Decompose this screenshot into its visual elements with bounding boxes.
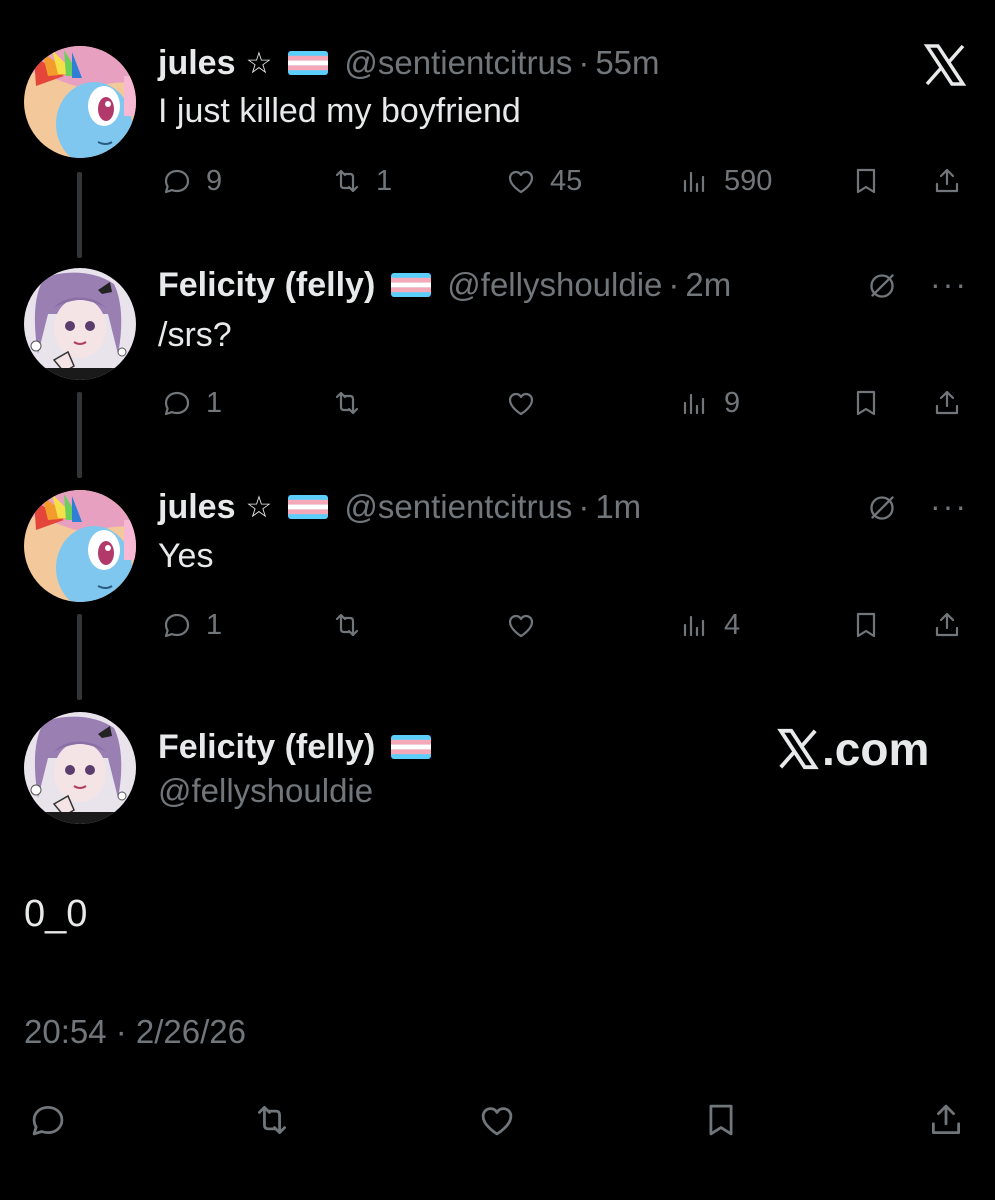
views-icon xyxy=(683,393,705,415)
reply-icon xyxy=(32,1105,64,1136)
reply-count: 9 xyxy=(206,164,223,197)
trans-flag-icon xyxy=(288,495,329,519)
x-com-wordmark: .com xyxy=(776,722,929,776)
handle[interactable]: @sentientcitrus xyxy=(344,488,572,526)
bookmark-icon xyxy=(856,168,876,194)
avatar-felly[interactable] xyxy=(24,268,136,380)
like-button[interactable] xyxy=(502,605,540,645)
share-icon xyxy=(935,612,959,637)
reply-icon xyxy=(164,169,190,194)
handle[interactable]: @sentientcitrus xyxy=(344,44,572,82)
repost-button[interactable] xyxy=(328,383,366,423)
repost-button[interactable] xyxy=(328,605,366,645)
tweet-text: Yes xyxy=(158,537,214,575)
share-icon xyxy=(935,168,959,193)
share-icon xyxy=(935,390,959,415)
trans-flag-icon xyxy=(288,51,329,75)
tweet-timestamp[interactable]: 20:54 · 2/26/26 xyxy=(24,1013,246,1051)
like-button[interactable] xyxy=(473,1096,521,1144)
trans-flag-icon xyxy=(391,735,432,759)
share-button[interactable] xyxy=(928,605,966,645)
bookmark-button[interactable] xyxy=(697,1096,745,1144)
thread-line xyxy=(77,392,82,478)
like-button[interactable] xyxy=(502,383,540,423)
tweet-header: jules ☆ @sentientcitrus · 1m xyxy=(158,484,641,530)
star-icon: ☆ xyxy=(245,46,273,80)
heart-icon xyxy=(508,614,534,638)
like-button[interactable]: 45 xyxy=(502,161,582,201)
x-logo-icon xyxy=(777,728,819,770)
share-button[interactable] xyxy=(928,161,966,201)
repost-button[interactable] xyxy=(248,1096,296,1144)
display-name[interactable]: jules xyxy=(158,44,235,83)
display-name[interactable]: Felicity (felly) xyxy=(158,728,375,767)
heart-icon xyxy=(508,170,534,194)
bookmark-button[interactable] xyxy=(847,605,885,645)
share-icon xyxy=(931,1104,961,1135)
reply-button[interactable] xyxy=(24,1096,72,1144)
view-count: 590 xyxy=(724,164,773,197)
reply-button[interactable]: 1 xyxy=(158,383,222,423)
thread-line xyxy=(77,614,82,700)
timestamp[interactable]: 2m xyxy=(685,266,731,304)
separator: · xyxy=(578,488,590,525)
repost-icon xyxy=(335,169,359,193)
avatar-jules[interactable] xyxy=(24,46,136,158)
display-name[interactable]: Felicity (felly) xyxy=(158,266,375,305)
reply-button[interactable]: 1 xyxy=(158,605,222,645)
timestamp[interactable]: 55m xyxy=(595,44,659,82)
view-count: 4 xyxy=(724,608,741,641)
heart-icon xyxy=(481,1107,513,1136)
bookmark-icon xyxy=(856,390,876,416)
repost-icon xyxy=(335,391,359,415)
handle[interactable]: @fellyshouldie xyxy=(158,772,373,810)
avatar-felly[interactable] xyxy=(24,712,136,824)
views-icon xyxy=(683,171,705,193)
bookmark-button[interactable] xyxy=(847,161,885,201)
wordmark-text: .com xyxy=(822,723,930,775)
trans-flag-icon xyxy=(391,273,432,297)
tweet-header: Felicity (felly) @fellyshouldie · 2m xyxy=(158,262,731,308)
repost-icon xyxy=(257,1105,287,1135)
thread-line xyxy=(77,172,82,258)
bookmark-icon xyxy=(709,1104,733,1136)
more-options-button[interactable]: ··· xyxy=(930,266,968,303)
more-options-button[interactable]: ··· xyxy=(930,488,968,525)
reply-icon xyxy=(164,613,190,638)
like-count: 45 xyxy=(550,164,583,197)
avatar-jules[interactable] xyxy=(24,490,136,602)
reply-button[interactable]: 9 xyxy=(158,161,222,201)
repost-count: 1 xyxy=(376,164,393,197)
reply-count: 1 xyxy=(206,386,223,419)
reply-count: 1 xyxy=(206,608,223,641)
views-button[interactable]: 9 xyxy=(676,383,740,423)
share-button[interactable] xyxy=(922,1096,970,1144)
separator: · xyxy=(668,266,680,303)
main-tweet-header: Felicity (felly) xyxy=(158,724,432,770)
tweet-header: jules ☆ @sentientcitrus · 55m xyxy=(158,40,660,86)
handle[interactable]: @fellyshouldie xyxy=(447,266,662,304)
tweet-text: 0_0 xyxy=(24,893,88,935)
bookmark-button[interactable] xyxy=(847,383,885,423)
views-button[interactable]: 590 xyxy=(676,161,772,201)
reply-icon xyxy=(164,391,190,416)
view-count: 9 xyxy=(724,386,741,419)
bookmark-icon xyxy=(856,612,876,638)
grok-icon[interactable] xyxy=(862,266,902,311)
repost-icon xyxy=(335,613,359,637)
views-button[interactable]: 4 xyxy=(676,605,740,645)
star-icon: ☆ xyxy=(245,490,273,524)
display-name[interactable]: jules xyxy=(158,488,235,527)
tweet-text: /srs? xyxy=(158,316,232,354)
repost-button[interactable]: 1 xyxy=(328,161,392,201)
grok-icon[interactable] xyxy=(862,488,902,533)
timestamp[interactable]: 1m xyxy=(595,488,641,526)
tweet-text: I just killed my boyfriend xyxy=(158,92,521,130)
share-button[interactable] xyxy=(928,383,966,423)
x-logo-icon[interactable] xyxy=(922,42,968,93)
separator: · xyxy=(578,44,590,81)
views-icon xyxy=(683,615,705,637)
heart-icon xyxy=(508,392,534,416)
